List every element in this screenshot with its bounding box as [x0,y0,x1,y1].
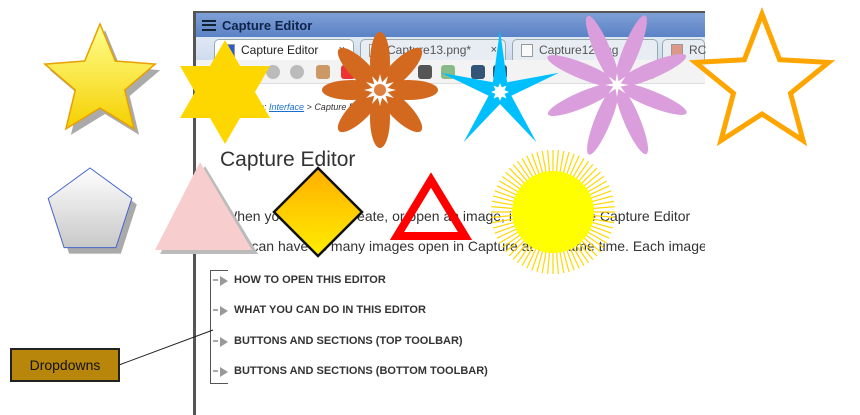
sun-ray [555,251,560,274]
sun-ray [546,150,551,173]
sun-ray [526,247,537,269]
gold-six-point-star-shape [180,40,270,144]
sun-ray [491,214,514,219]
orchid-flower-center [605,73,629,97]
callout-connector [118,329,214,366]
flower-core [374,84,386,96]
sun-ray [521,246,534,266]
sun-ray [592,205,615,210]
sun-ray [587,180,607,193]
sun-ray [592,200,615,206]
orange-diamond-shape [272,166,364,258]
sun-ray [572,158,585,178]
sun-ray [569,155,580,177]
sun-ray [559,150,565,173]
sun-ray [569,247,580,269]
sun-ray [592,214,615,219]
sun-ray [572,246,585,266]
pink-triangle-shape [155,162,252,250]
blue-star-center [491,83,509,101]
sun-ray [546,251,551,274]
sun-shape [512,171,594,253]
sun-ray [541,251,547,274]
shapes-overlay [42,7,836,372]
sun-ray [496,228,518,239]
sun-ray [491,218,514,224]
pentagon-shape [47,167,133,249]
sun-ray [592,218,615,224]
sun-ray [588,228,610,239]
sun-ray [559,251,565,274]
sun-ray [491,205,514,210]
sun-ray [496,185,518,196]
sun-ray [587,231,607,244]
sun-ray [499,231,519,244]
sun-ray [499,180,519,193]
red-outline-triangle-shape [389,172,473,240]
sun-ray [491,200,514,206]
sun-ray [555,150,560,173]
sun-ray [526,155,537,177]
sun-ray [588,185,610,196]
orange-outline-star-shape [688,7,836,147]
sun-ray [521,158,534,178]
sun-ray [541,150,547,173]
